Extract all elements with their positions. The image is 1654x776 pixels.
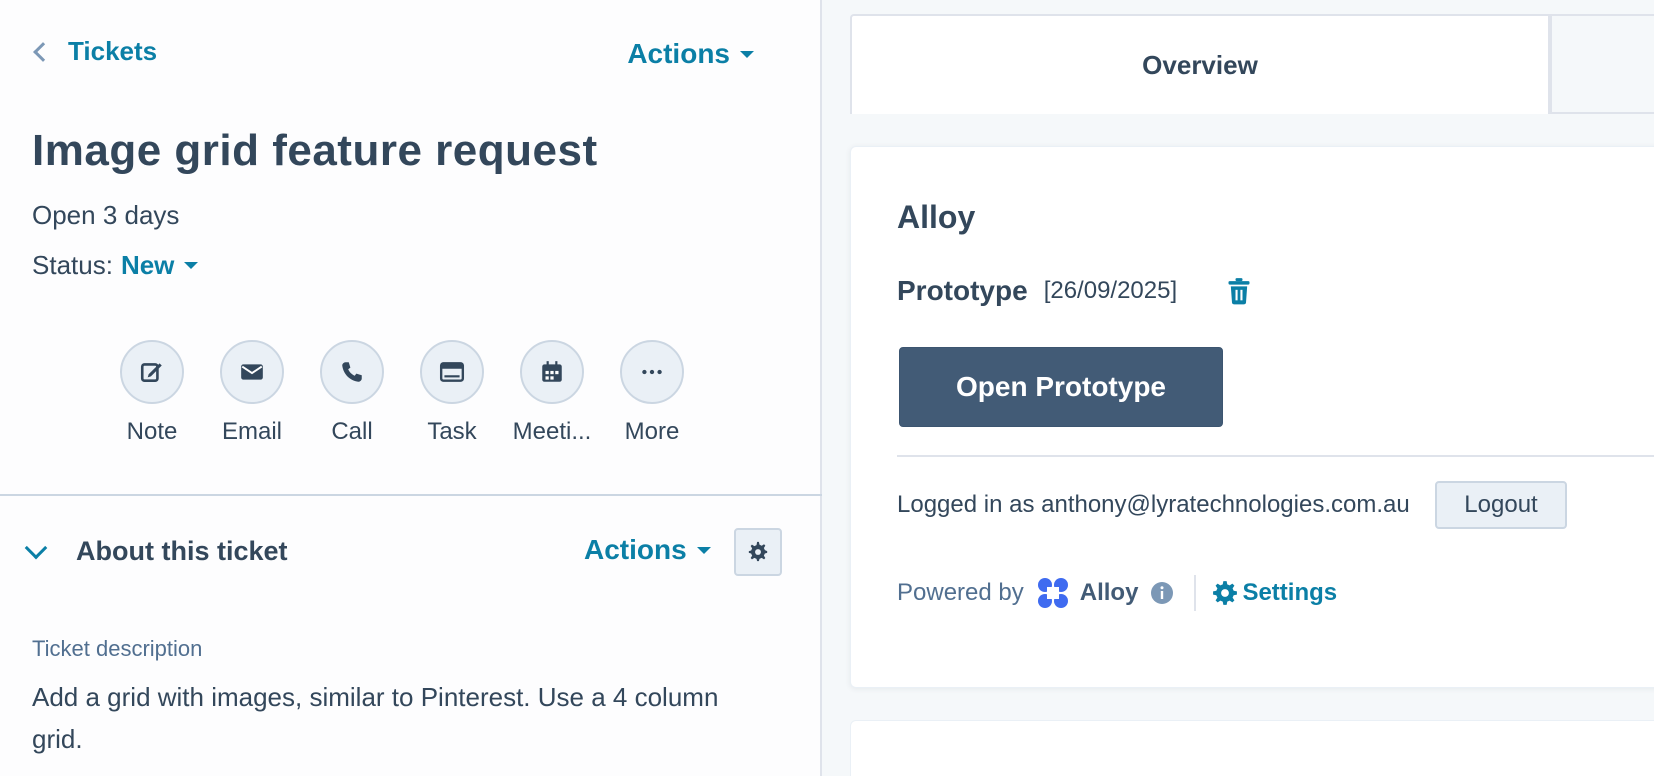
trash-icon[interactable]: [1227, 277, 1251, 305]
next-card: [850, 720, 1654, 776]
tab-overview[interactable]: Overview: [850, 14, 1550, 114]
back-link-label: Tickets: [68, 36, 158, 66]
quick-action-note[interactable]: Note: [120, 340, 184, 446]
meeting-icon: [520, 340, 584, 404]
chevron-down-icon[interactable]: [24, 536, 48, 560]
separator: [1194, 575, 1197, 611]
status-row: Status: New: [32, 250, 199, 281]
note-icon: [120, 340, 184, 404]
card-heading: Alloy: [897, 199, 976, 235]
about-ticket-section-header: About this ticket Actions: [24, 528, 784, 584]
quick-action-call[interactable]: Call: [320, 340, 384, 446]
ticket-description-label: Ticket description: [32, 636, 203, 661]
call-icon: [320, 340, 384, 404]
back-to-tickets-link[interactable]: Tickets: [33, 36, 158, 67]
quick-action-email[interactable]: Email: [220, 340, 284, 446]
quick-action-label: Call: [331, 418, 373, 445]
section-divider: [0, 494, 822, 496]
quick-action-label: More: [624, 418, 680, 445]
alloy-card: Alloy Prototype [26/09/2025] Open Protot…: [850, 146, 1654, 688]
powered-by-label: Powered by: [897, 579, 1024, 606]
ticket-description-value[interactable]: Add a grid with images, similar to Pinte…: [32, 676, 752, 760]
tab-label: Overview: [1142, 49, 1258, 80]
email-icon: [220, 340, 284, 404]
tab-bar: Overview: [850, 14, 1654, 114]
logout-button[interactable]: Logout: [1435, 481, 1567, 529]
right-panel: Overview Alloy Prototype [26/09/2025] Op…: [822, 0, 1654, 776]
quick-action-label: Note: [126, 418, 178, 445]
quick-action-label: Task: [427, 418, 477, 445]
about-heading[interactable]: About this ticket: [76, 536, 288, 567]
info-icon[interactable]: [1150, 581, 1174, 605]
task-icon: [420, 340, 484, 404]
actions-label: Actions: [584, 534, 687, 565]
quick-actions: Note Email Call Task Meeti... More: [120, 340, 684, 446]
actions-dropdown[interactable]: Actions: [627, 38, 754, 70]
prototype-date: [26/09/2025]: [1043, 277, 1178, 304]
gear-icon: [748, 541, 768, 562]
alloy-brand[interactable]: Alloy: [1036, 576, 1139, 610]
page-title: Image grid feature request: [32, 126, 598, 175]
status-label: Status:: [32, 250, 113, 280]
left-panel: Tickets Actions Image grid feature reque…: [0, 0, 822, 776]
chevron-left-icon: [33, 41, 53, 62]
gear-icon: [1213, 581, 1238, 605]
quick-action-meeting[interactable]: Meeti...: [513, 340, 591, 446]
more-icon: [620, 340, 684, 404]
quick-action-task[interactable]: Task: [420, 340, 484, 446]
caret-down-icon: [184, 262, 199, 269]
tab-next[interactable]: [1550, 14, 1654, 114]
alloy-logo-icon: [1037, 578, 1068, 608]
card-divider: [897, 455, 1654, 457]
alloy-brand-name: Alloy: [1079, 579, 1139, 606]
settings-link[interactable]: Settings: [1212, 579, 1337, 607]
prototype-name: Prototype: [897, 275, 1028, 306]
logged-in-text: Logged in as anthony@lyratechnologies.co…: [897, 491, 1410, 518]
prototype-row: Prototype [26/09/2025]: [897, 275, 1251, 307]
caret-down-icon: [696, 546, 711, 554]
quick-action-label: Email: [221, 418, 282, 445]
status-dropdown[interactable]: New: [120, 250, 199, 281]
powered-by-row: Powered by Alloy Settings: [897, 575, 1337, 611]
settings-label: Settings: [1242, 579, 1338, 606]
about-actions-dropdown[interactable]: Actions: [584, 534, 711, 566]
caret-down-icon: [740, 50, 754, 58]
open-duration: Open 3 days: [32, 200, 180, 230]
status-value: New: [120, 250, 175, 280]
quick-action-more[interactable]: More: [620, 340, 684, 446]
property-settings-button[interactable]: [734, 528, 782, 576]
actions-label: Actions: [627, 38, 730, 69]
open-prototype-button[interactable]: Open Prototype: [899, 347, 1223, 427]
quick-action-label: Meeti...: [512, 418, 592, 445]
